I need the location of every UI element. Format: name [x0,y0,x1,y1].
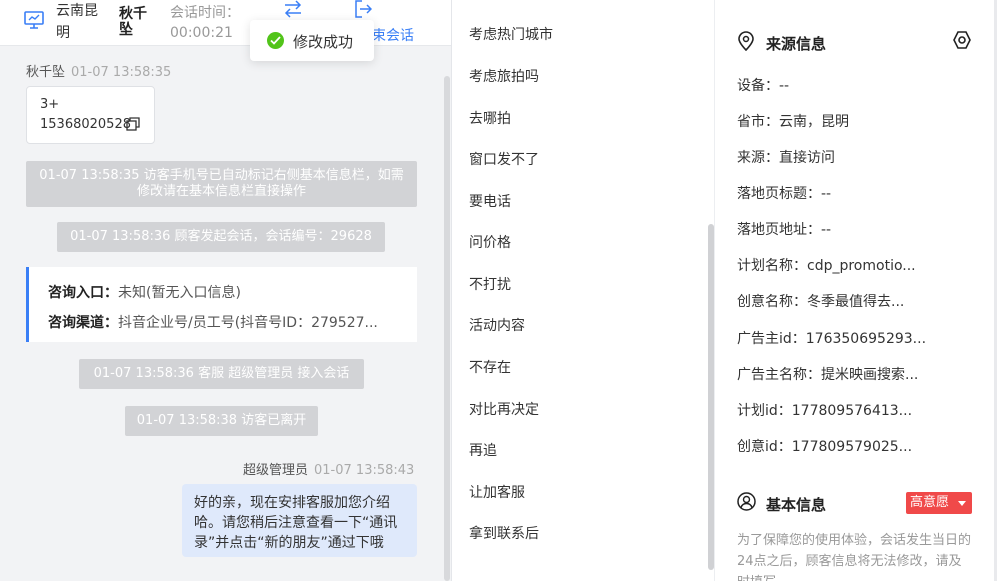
quick-reply-item[interactable]: 考虑热门城市 [469,24,553,44]
visitor-msg-sender: 秋千坠 01-07 13:58:35 [26,61,171,80]
visitor-name: 秋千坠 [119,6,147,38]
quick-reply-item[interactable]: 活动内容 [469,315,525,335]
entry-value: 未知(暂无入口信息) [118,285,241,301]
visitor-msg-time: 01-07 13:58:35 [71,65,172,80]
source-info-title: 来源信息 [766,35,827,53]
agent-msg-name: 超级管理员 [243,463,309,478]
chat-header: 云南昆明 秋千坠 会话时间： 00:00:21 束会话 [0,0,451,46]
quick-reply-item[interactable]: 让加客服 [469,482,525,502]
quick-reply-item[interactable]: 要电话 [469,191,511,211]
system-message: 01-07 13:58:38 访客已离开 [125,406,318,436]
info-panel: 来源信息 设备：-- 省市：云南，昆明 来源：直接访问 落地页标题：-- 落地页… [715,0,997,581]
monitor-icon [24,11,44,29]
transfer-icon[interactable] [283,0,303,18]
phone-prefix: 3+ [40,97,60,112]
exit-icon[interactable] [354,0,372,18]
session-time-label: 会话时间： [170,5,240,21]
intent-level-dropdown[interactable]: 高意愿 [906,492,972,514]
quick-reply-item[interactable]: 对比再决定 [469,399,539,419]
entry-label: 咨询入口： [48,285,118,301]
toast-text: 修改成功 [293,33,354,51]
source-row-creative-id: 创意id：177809579025... [737,439,913,455]
phone-card: 3+ 15368020528 [26,86,155,144]
source-row-advertiser-id: 广告主id：176350695293... [737,331,927,347]
source-row-creative-name: 创意名称：冬季最值得去... [737,294,905,310]
phone-number: 15368020528 [40,117,131,132]
edit-notice: 为了保障您的使用体验，会话发生当日的24点之后，顾客信息将无法修改，请及时填写 [737,533,972,581]
source-row-origin: 来源：直接访问 [737,150,835,166]
success-toast: 修改成功 [250,20,374,61]
quick-reply-item[interactable]: 问价格 [469,232,511,252]
quick-reply-item[interactable]: 再追 [469,440,497,460]
session-time-value: 00:00:21 [170,25,233,41]
channel-value: 抖音企业号/员工号(抖音号ID：279527... [118,315,378,331]
quick-reply-item[interactable]: 考虑旅拍吗 [469,66,539,86]
end-session-button[interactable]: 束会话 [372,25,414,45]
source-row-landing-title: 落地页标题：-- [737,186,832,202]
quick-reply-item[interactable]: 不存在 [469,357,511,377]
quick-reply-item[interactable]: 拿到联系后 [469,523,539,543]
quick-reply-panel: 考虑热门城市 考虑旅拍吗 去哪拍 窗口发不了 要电话 问价格 不打扰 活动内容 … [452,0,715,581]
source-row-plan-name: 计划名称：cdp_promotio... [737,258,916,274]
quick-reply-item[interactable]: 不打扰 [469,274,511,294]
channel-label: 咨询渠道： [48,315,118,331]
entry-row: 咨询入口：未知(暂无入口信息) [48,282,241,302]
source-row-plan-id: 计划id：177809576413... [737,403,913,419]
location-pin-icon [738,31,754,51]
source-row-device: 设备：-- [737,78,790,94]
quick-reply-item[interactable]: 窗口发不了 [469,149,539,169]
channel-row: 咨询渠道：抖音企业号/员工号(抖音号ID：279527... [48,312,378,332]
visitor-msg-name: 秋千坠 [26,65,66,80]
user-circle-icon [737,492,756,511]
chat-panel: 云南昆明 秋千坠 会话时间： 00:00:21 束会话 修改成功 秋千坠 01-0… [0,0,452,581]
basic-info-title: 基本信息 [766,496,827,514]
check-circle-icon [267,32,284,49]
intent-level-label: 高意愿 [910,495,950,510]
agent-msg-time: 01-07 13:58:43 [314,463,415,478]
source-row-advertiser-name: 广告主名称：提米映画搜索... [737,367,919,383]
source-row-landing-url: 落地页地址：-- [737,222,832,238]
system-message: 01-07 13:58:36 顾客发起会话，会话编号：29628 [57,222,385,252]
settings-icon[interactable] [952,30,972,50]
chat-scrollbar[interactable] [444,76,450,581]
caret-down-icon [958,501,966,506]
quick-reply-scrollbar[interactable] [708,224,714,570]
source-row-province: 省市：云南，昆明 [737,114,849,130]
entry-info-card: 咨询入口：未知(暂无入口信息) 咨询渠道：抖音企业号/员工号(抖音号ID：279… [26,267,417,342]
visitor-city: 云南昆明 [56,3,98,41]
system-message: 01-07 13:58:35 访客手机号已自动标记右侧基本信息栏，如需修改请在基… [26,161,417,207]
quick-reply-item[interactable]: 去哪拍 [469,108,511,128]
agent-message-bubble: 好的亲，现在安排客服加您介绍哈。请您稍后注意查看一下“通讯录”并点击“新的朋友”… [182,484,417,557]
agent-msg-sender: 超级管理员 01-07 13:58:43 [243,459,414,478]
system-message: 01-07 13:58:36 客服 超级管理员 接入会话 [79,359,364,389]
copy-icon[interactable] [126,117,140,131]
